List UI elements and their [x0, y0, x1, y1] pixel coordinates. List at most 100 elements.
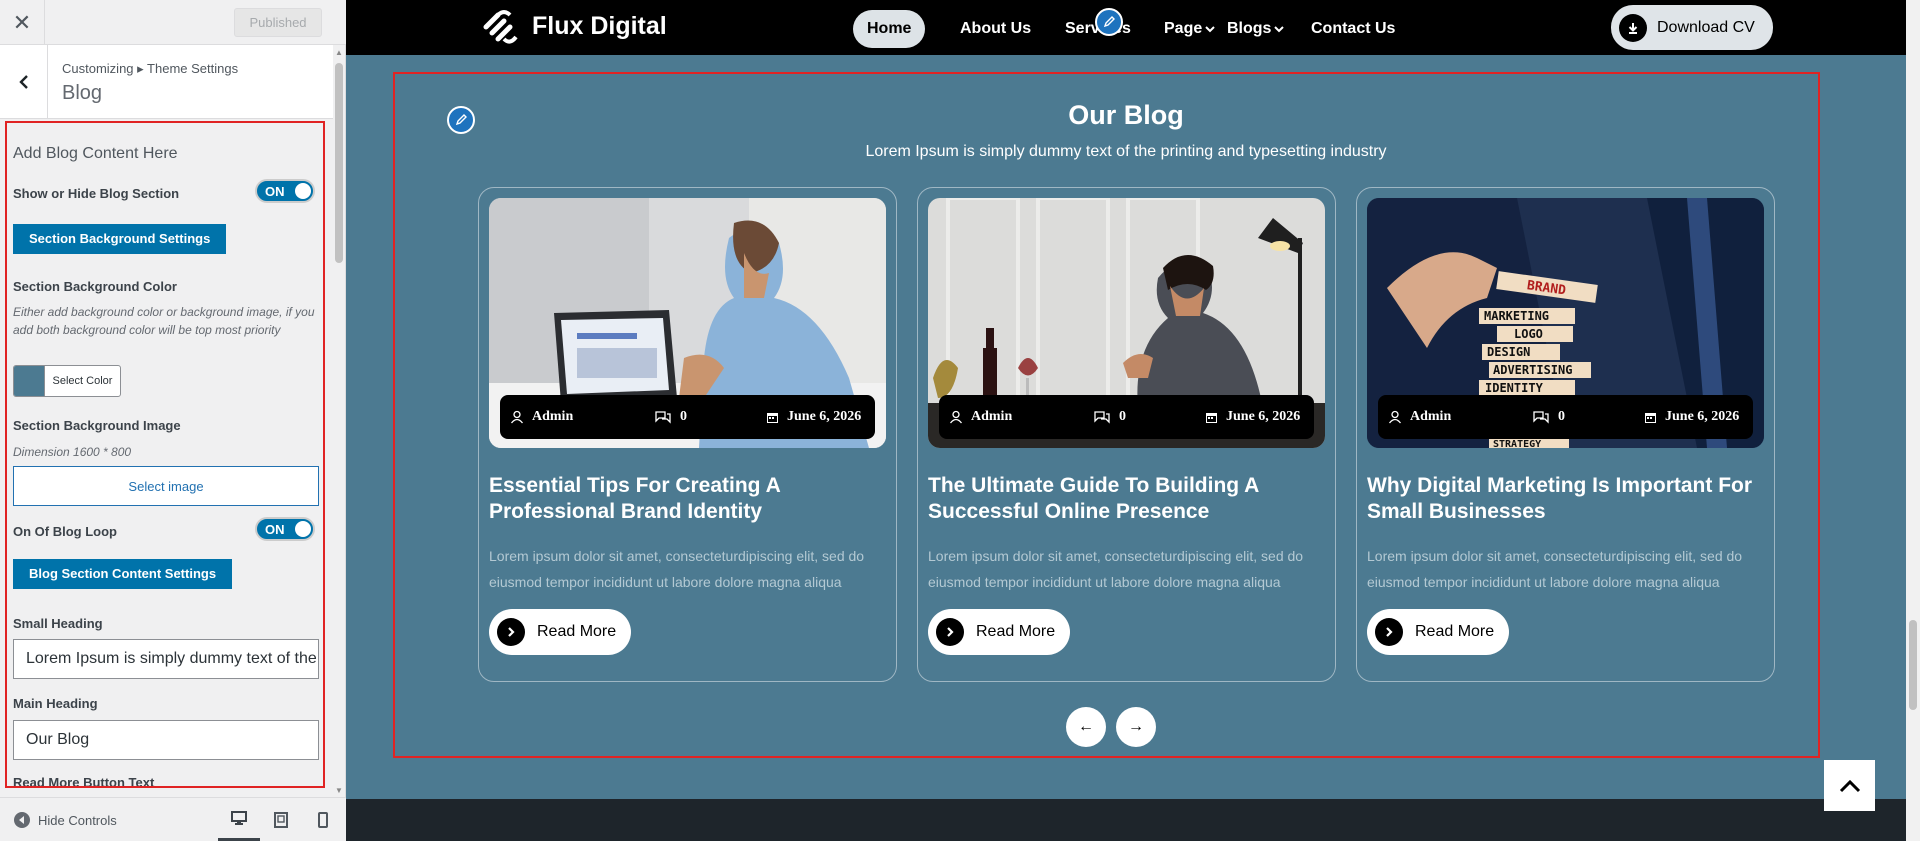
- read-more-button[interactable]: Read More: [489, 609, 631, 655]
- post-comment-count: 0: [1119, 409, 1126, 424]
- calendar-icon: [1206, 412, 1217, 423]
- small-heading-row: Lorem Ipsum is simply dummy text of the …: [13, 639, 319, 679]
- post-comment-count: 0: [1558, 409, 1565, 424]
- main-heading-row: Our Blog: [13, 720, 319, 760]
- edit-pencil-icon[interactable]: [1095, 8, 1123, 36]
- bg-settings-button[interactable]: Section Background Settings: [13, 224, 227, 254]
- post-author[interactable]: Admin: [949, 409, 1012, 425]
- user-icon: [1388, 410, 1402, 424]
- window-scrollbar[interactable]: [1906, 0, 1920, 841]
- bg-settings-row: Section Background Settings: [13, 224, 319, 254]
- nav-page[interactable]: Page: [1164, 10, 1216, 48]
- post-date: June 6, 2026: [1205, 409, 1300, 425]
- post-meta: Admin 0 June 6, 2026: [939, 395, 1314, 439]
- blog-loop-toggle[interactable]: ON: [255, 517, 315, 541]
- mobile-preview-icon[interactable]: [302, 798, 344, 841]
- post-author-name: Admin: [1410, 409, 1452, 424]
- nav-home[interactable]: Home: [853, 10, 926, 48]
- content-settings-row: Blog Section Content Settings: [13, 559, 319, 589]
- select-image-row: Select image: [13, 466, 319, 506]
- comments-icon: [1094, 411, 1110, 424]
- blog-card-title[interactable]: Essential Tips For Creating A Profession…: [489, 473, 889, 525]
- published-button[interactable]: Published: [234, 8, 322, 37]
- customizer-header: ✕ Published: [0, 0, 346, 45]
- breadcrumb: Customizing ▸ Theme Settings: [62, 61, 239, 76]
- color-swatch: [14, 366, 44, 396]
- chevron-right-icon: [497, 618, 525, 646]
- select-image-button[interactable]: Select image: [13, 466, 319, 506]
- chevron-down-icon: [1274, 26, 1285, 33]
- tablet-preview-icon[interactable]: [260, 798, 302, 841]
- chevron-right-icon: [1375, 618, 1403, 646]
- blog-card: Admin 0 June 6, 2026 The Ultimate Guide …: [917, 187, 1336, 682]
- scroll-down-icon[interactable]: ▼: [335, 786, 343, 795]
- post-author[interactable]: Admin: [1388, 409, 1451, 425]
- window-scroll-thumb[interactable]: [1909, 620, 1917, 710]
- panel-title: Blog: [62, 82, 103, 104]
- carousel-next-button[interactable]: →: [1116, 707, 1156, 747]
- chevron-left-icon: [18, 75, 28, 89]
- main-heading-label: Main Heading: [13, 696, 98, 711]
- customizer-footer: Hide Controls: [0, 797, 346, 841]
- back-button[interactable]: [0, 45, 48, 119]
- chevron-up-icon: [1839, 779, 1860, 792]
- small-heading-input[interactable]: Lorem Ipsum is simply dummy text of the …: [13, 639, 319, 679]
- download-cv-button[interactable]: Download CV: [1611, 5, 1773, 50]
- post-comments[interactable]: 0: [1093, 409, 1126, 425]
- calendar-icon: [767, 412, 778, 423]
- read-more-label: Read More: [1415, 623, 1495, 640]
- toggle-knob: [295, 521, 311, 537]
- nav-blogs-label: Blogs: [1227, 20, 1272, 37]
- blog-card-title[interactable]: The Ultimate Guide To Building A Success…: [928, 473, 1328, 525]
- blog-subheading: Lorem Ipsum is simply dummy text of the …: [865, 143, 1387, 160]
- image-word: IDENTITY: [1485, 381, 1544, 395]
- read-more-button[interactable]: Read More: [928, 609, 1070, 655]
- site-preview: Flux Digital Home About Us Services Page…: [346, 0, 1906, 841]
- main-heading-input[interactable]: Our Blog: [13, 720, 319, 760]
- site-footer: [346, 799, 1906, 841]
- color-picker-row: Select Color: [13, 365, 319, 397]
- select-color-button[interactable]: Select Color: [13, 365, 121, 397]
- nav-blogs[interactable]: Blogs: [1227, 10, 1285, 48]
- blog-card-excerpt: Lorem ipsum dolor sit amet, consecteturd…: [1367, 548, 1743, 590]
- download-cv-label: Download CV: [1657, 18, 1755, 36]
- hide-controls-label: Hide Controls: [38, 812, 117, 828]
- post-date-text: June 6, 2026: [1226, 409, 1301, 424]
- collapse-icon: [14, 812, 30, 828]
- site-logo[interactable]: Flux Digital: [478, 3, 667, 49]
- blog-card: BRAND MARKETING LOGO DESIGN ADVERTISING …: [1356, 187, 1775, 682]
- blog-card-title[interactable]: Why Digital Marketing Is Important For S…: [1367, 473, 1767, 525]
- hide-controls-button[interactable]: Hide Controls: [14, 812, 117, 828]
- image-word: ADVERTISING: [1493, 363, 1572, 377]
- scroll-thumb[interactable]: [335, 63, 343, 263]
- chevron-right-icon: [936, 618, 964, 646]
- desktop-preview-icon[interactable]: [218, 798, 260, 841]
- scroll-up-icon[interactable]: ▲: [335, 48, 343, 57]
- blog-card-excerpt: Lorem ipsum dolor sit amet, consecteturd…: [928, 548, 1304, 590]
- scroll-to-top-button[interactable]: [1824, 760, 1875, 811]
- post-author-name: Admin: [971, 409, 1013, 424]
- read-more-button[interactable]: Read More: [1367, 609, 1509, 655]
- carousel-prev-button[interactable]: ←: [1066, 707, 1106, 747]
- post-date-text: June 6, 2026: [787, 409, 862, 424]
- post-comments[interactable]: 0: [1532, 409, 1565, 425]
- post-date-text: June 6, 2026: [1665, 409, 1740, 424]
- post-author[interactable]: Admin: [510, 409, 573, 425]
- toggle-on-text: ON: [265, 522, 285, 537]
- show-hide-toggle[interactable]: ON: [255, 179, 315, 203]
- content-settings-button[interactable]: Blog Section Content Settings: [13, 559, 233, 589]
- toggle-on-text: ON: [265, 184, 285, 199]
- close-icon[interactable]: ✕: [0, 0, 45, 45]
- blog-controls: Add Blog Content Here Show or Hide Blog …: [5, 121, 325, 788]
- nav-contact[interactable]: Contact Us: [1311, 10, 1395, 48]
- comments-icon: [655, 411, 671, 424]
- bg-image-label: Section Background Image: [13, 418, 181, 433]
- nav-about[interactable]: About Us: [960, 10, 1031, 48]
- bg-color-label: Section Background Color: [13, 279, 177, 294]
- calendar-icon: [1645, 412, 1656, 423]
- toggle-knob: [295, 183, 311, 199]
- panel-scrollbar[interactable]: ▲ ▼: [333, 45, 345, 797]
- brand-name: Flux Digital: [532, 11, 667, 40]
- read-more-label: Read More: [976, 623, 1056, 640]
- post-comments[interactable]: 0: [654, 409, 687, 425]
